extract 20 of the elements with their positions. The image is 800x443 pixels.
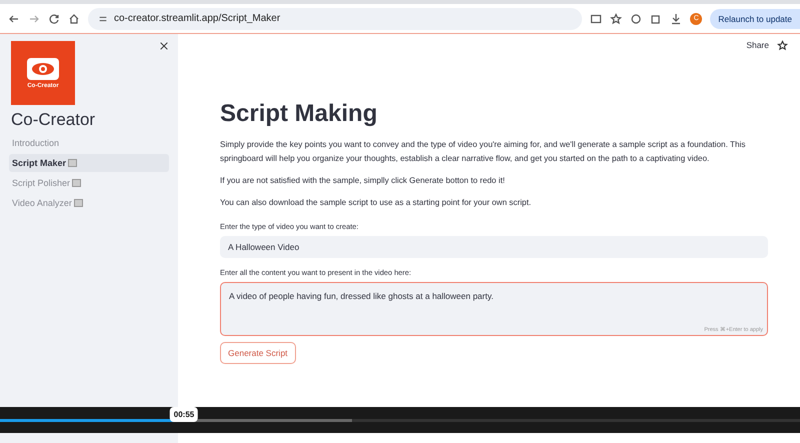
share-link[interactable]: Share (746, 40, 769, 50)
star-icon[interactable] (610, 12, 622, 24)
url-text: co-creator.streamlit.app/Script_Maker (114, 13, 280, 24)
back-icon[interactable] (8, 12, 20, 24)
close-icon[interactable] (159, 41, 169, 51)
paragraph: You can also download the sample script to use as a starting point for your own script. (220, 197, 532, 209)
paragraph: If you are not satisfied with the sample, simplly click Generate botton to redo it! (220, 175, 506, 187)
download-icon[interactable] (670, 12, 682, 24)
star-icon[interactable] (777, 40, 788, 50)
relaunch-button[interactable]: Relaunch to update (710, 8, 800, 28)
time-tooltip: 00:55 (170, 406, 198, 422)
generate-button[interactable]: Generate Script (220, 342, 296, 364)
reload-icon[interactable] (48, 12, 60, 24)
app-title: Co-Creator (11, 110, 96, 130)
address-bar[interactable]: co-creator.streamlit.app/Script_Maker (88, 8, 582, 30)
paragraph: Simply provide the key points you want to convey and the type of video you're aiming for, and we'll generate a sample script as a foundation. This springboard will help you organize your thoughts, establish a clear narrative flow, and get you started on the path to a captivating video. (220, 139, 746, 165)
page-heading: Script Making (220, 100, 378, 128)
nav-item[interactable]: Script Maker (9, 154, 169, 172)
home-icon[interactable] (68, 12, 80, 24)
input-field[interactable]: A Halloween Video (220, 236, 768, 258)
